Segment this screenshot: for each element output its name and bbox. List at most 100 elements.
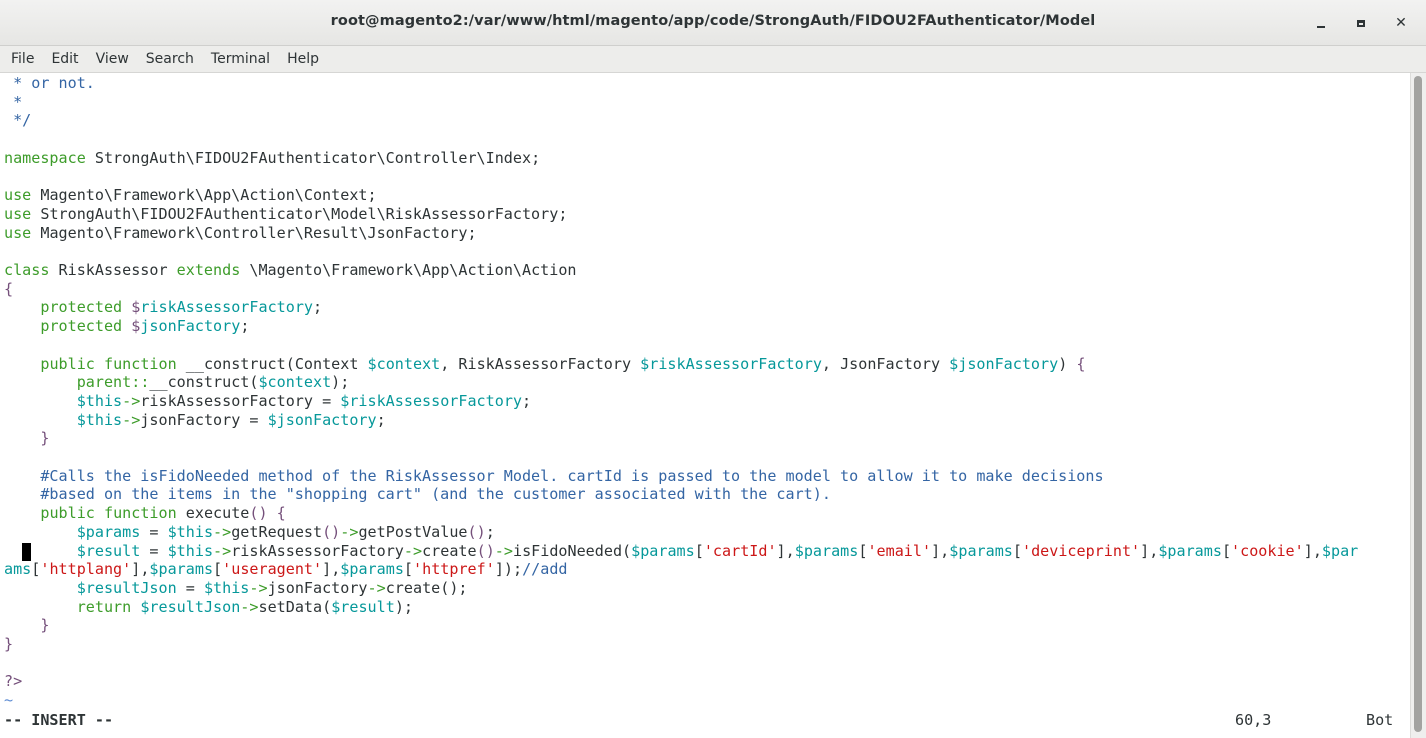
code-token: () — [249, 504, 277, 523]
code-line: * or not. — [4, 74, 95, 93]
maximize-button[interactable] — [1348, 12, 1374, 34]
code-line: #based on the items in the "shopping car… — [4, 485, 831, 504]
code-line: use Magento\Framework\App\Action\Context… — [4, 186, 377, 205]
code-token: -> — [367, 578, 386, 597]
code-token: ; — [313, 298, 323, 317]
code-line: public function execute() { — [4, 504, 285, 523]
terminal-text-area[interactable]: * or not. * */ namespace StrongAuth\FIDOU… — [0, 73, 1410, 738]
code-token: -> — [122, 391, 141, 410]
close-icon: ✕ — [1395, 15, 1407, 31]
code-token: = — [140, 522, 168, 541]
code-token: -> — [213, 522, 232, 541]
code-line: protected $jsonFactory; — [4, 317, 249, 336]
code-token: () — [322, 522, 341, 541]
scroll-position: Bot — [1366, 711, 1394, 729]
menu-edit[interactable]: Edit — [45, 46, 84, 73]
vim-mode-indicator: -- INSERT -- — [4, 711, 114, 729]
code-token: , JsonFactory — [821, 354, 950, 373]
vertical-scrollbar[interactable] — [1410, 73, 1426, 738]
code-token: ); — [331, 373, 350, 392]
code-token: #based on the items in the "shopping car… — [4, 485, 831, 504]
code-token: { — [4, 279, 14, 298]
code-line: class RiskAssessor extends \Magento\Fram… — [4, 261, 577, 280]
code-token: use — [4, 223, 32, 242]
code-token: $riskAssessorFactory — [640, 354, 822, 373]
code-token: $this — [203, 578, 250, 597]
maximize-icon — [1357, 19, 1365, 27]
code-token: $params — [631, 541, 695, 560]
code-line: */ — [4, 111, 31, 130]
code-token: create — [385, 578, 441, 597]
code-token: __construct( — [149, 373, 259, 392]
code-token: protected — [40, 317, 123, 336]
code-line: public function __construct(Context $con… — [4, 355, 1085, 374]
code-token: (); — [440, 578, 468, 597]
code-token: $result — [76, 541, 141, 560]
code-token: //add — [522, 560, 568, 579]
code-token: Magento\Framework\App\Action\Context; — [31, 186, 377, 205]
code-token: ; — [522, 391, 532, 410]
scrollbar-thumb[interactable] — [1414, 76, 1422, 732]
code-line: ?> — [4, 672, 22, 691]
code-token: ], — [322, 560, 341, 579]
code-token: ], — [1303, 541, 1322, 560]
code-token: $this — [167, 541, 214, 560]
code-token: #Calls the isFidoNeeded method of the Ri… — [4, 466, 1104, 485]
code-token: $riskAssessorFactory — [340, 391, 522, 410]
code-token: 'deviceprint' — [1021, 541, 1141, 560]
menu-search[interactable]: Search — [140, 46, 200, 73]
code-token: , RiskAssessorFactory — [440, 354, 641, 373]
code-token: execute — [176, 504, 250, 523]
menu-view[interactable]: View — [90, 46, 135, 73]
code-token: $result — [331, 597, 395, 616]
code-token: $params — [76, 522, 141, 541]
code-token: -> — [249, 578, 268, 597]
code-line: $result = $this->riskAssessorFactory->cr… — [4, 541, 1359, 561]
code-line: $params = $this->getRequest()->getPostVa… — [4, 523, 495, 542]
code-token: ); — [394, 597, 413, 616]
code-token: [ — [1221, 541, 1232, 560]
code-token: riskAssessorFactory — [140, 298, 314, 317]
code-line: use Magento\Framework\Controller\Result\… — [4, 224, 477, 243]
menu-file[interactable]: File — [5, 46, 40, 73]
code-token: ?> — [4, 672, 23, 691]
code-token: public — [40, 354, 95, 373]
code-token: RiskAssessor — [49, 261, 177, 279]
code-token: ; — [240, 317, 250, 336]
code-token: 'useragent' — [222, 560, 323, 579]
menu-terminal[interactable]: Terminal — [205, 46, 276, 73]
code-token: [ — [403, 560, 414, 579]
code-line: } — [4, 616, 49, 635]
code-token: $params — [340, 560, 404, 579]
code-token: $params — [1158, 541, 1222, 560]
code-token: ams — [4, 560, 32, 579]
code-token: return — [76, 597, 132, 616]
code-token: use — [4, 186, 32, 205]
code-token: $resultJson — [140, 597, 241, 616]
code-token: StrongAuth\FIDOU2FAuthenticator\Model\Ri… — [31, 204, 568, 223]
code-token: create — [422, 541, 477, 560]
code-token: [ — [31, 560, 41, 579]
close-button[interactable]: ✕ — [1388, 12, 1414, 34]
code-token: -> — [494, 541, 513, 560]
menu-help[interactable]: Help — [281, 46, 325, 73]
code-token: $this — [76, 391, 123, 410]
code-token: = — [140, 541, 168, 560]
code-token: \Magento\Framework\App\Action\Action — [240, 261, 577, 279]
code-line: ams['httplang'],$params['useragent'],$pa… — [4, 560, 568, 579]
code-line: use StrongAuth\FIDOU2FAuthenticator\Mode… — [4, 205, 567, 224]
code-token: ]); — [494, 560, 523, 579]
code-token: Magento\Framework\Controller\Result\Json… — [31, 223, 477, 242]
code-token: -> — [122, 410, 141, 429]
code-token: ], — [131, 560, 150, 579]
minimize-button[interactable] — [1308, 12, 1334, 34]
code-token: = — [176, 578, 204, 597]
